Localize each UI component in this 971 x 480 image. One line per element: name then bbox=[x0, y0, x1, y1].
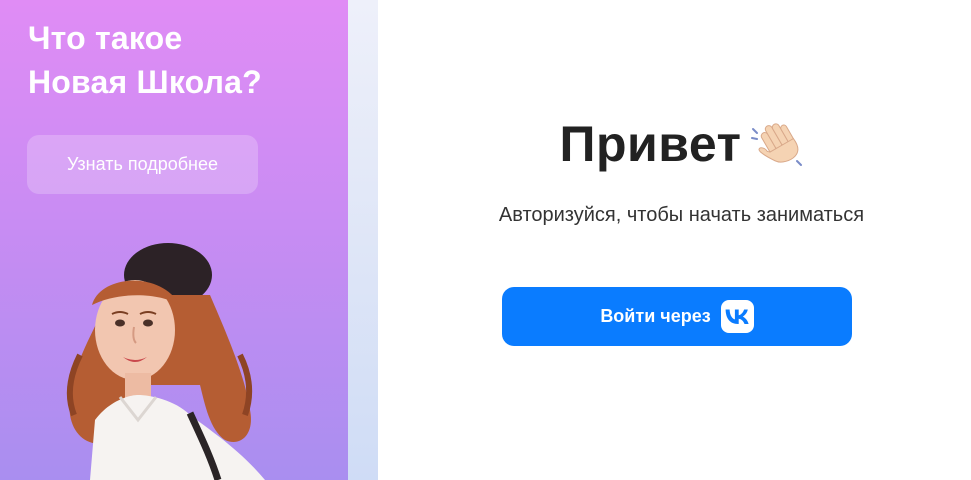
promo-panel: Что такое Новая Школа? Узнать подробнее bbox=[0, 0, 348, 480]
greeting-heading: Привет bbox=[378, 112, 971, 176]
vk-login-button[interactable]: Войти через bbox=[502, 287, 852, 346]
promo-photo bbox=[66, 243, 265, 480]
vk-logo-icon bbox=[720, 300, 754, 333]
panel-divider bbox=[348, 0, 378, 480]
promo-title-line-1: Что такое bbox=[28, 20, 183, 56]
login-subtitle: Авторизуйся, чтобы начать заниматься bbox=[498, 204, 865, 226]
promo-title: Что такое Новая Школа? bbox=[28, 16, 328, 104]
vk-login-label: Войти через bbox=[600, 306, 711, 326]
learn-more-button[interactable]: Узнать подробнее bbox=[27, 135, 258, 194]
greeting-text: Привет bbox=[559, 116, 742, 172]
promo-title-line-2: Новая Школа? bbox=[28, 64, 262, 100]
greeting-row: Привет bbox=[544, 112, 806, 176]
waving-hand-icon bbox=[751, 123, 803, 166]
login-panel: Привет Авторизуйся, чтобы начать занимат… bbox=[378, 0, 971, 480]
login-page: Что такое Новая Школа? Узнать подробнее bbox=[0, 0, 971, 480]
